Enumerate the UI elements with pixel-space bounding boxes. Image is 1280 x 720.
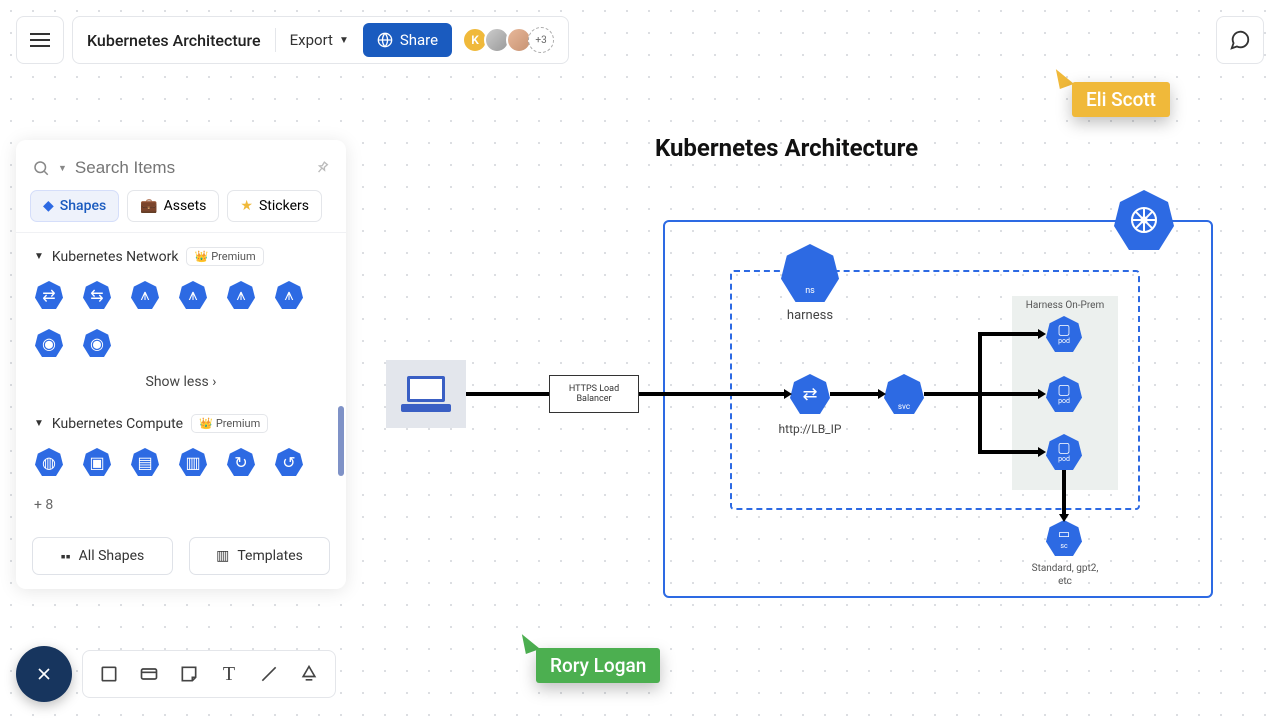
shape-k8s-compute[interactable]: ↺ bbox=[274, 447, 304, 477]
arrow-icon bbox=[1038, 329, 1046, 339]
search-input[interactable] bbox=[75, 158, 306, 178]
shape-k8s-network[interactable]: ◉ bbox=[34, 328, 64, 358]
globe-icon bbox=[377, 32, 393, 48]
group-kubernetes-network[interactable]: ▼ Kubernetes Network 👑Premium bbox=[34, 233, 328, 274]
show-less-button[interactable]: Show less › bbox=[34, 368, 328, 400]
load-balancer-node[interactable]: HTTPS Load Balancer bbox=[549, 375, 639, 413]
diagram-title[interactable]: Kubernetes Architecture bbox=[655, 134, 918, 162]
shape-k8s-compute[interactable]: ↻ bbox=[226, 447, 256, 477]
connector[interactable] bbox=[830, 392, 880, 396]
highlight-tool[interactable] bbox=[291, 656, 327, 692]
connector[interactable] bbox=[978, 450, 1040, 454]
chevron-down-icon: ▼ bbox=[339, 35, 349, 46]
namespace-node[interactable]: ns bbox=[781, 244, 839, 302]
collaborator-cursor-eli: Eli Scott bbox=[1072, 82, 1170, 117]
helm-icon bbox=[1128, 204, 1160, 236]
collaborator-avatars[interactable]: K +3 bbox=[466, 27, 554, 53]
tab-shapes[interactable]: ◆ Shapes bbox=[30, 190, 119, 222]
chat-icon bbox=[1229, 29, 1251, 51]
layout-icon: ▥ bbox=[216, 548, 229, 564]
tab-stickers[interactable]: ★ Stickers bbox=[227, 190, 322, 222]
shape-k8s-compute[interactable]: ▤ bbox=[130, 447, 160, 477]
shape-k8s-network[interactable]: ⩚ bbox=[226, 280, 256, 310]
pin-icon[interactable] bbox=[311, 157, 334, 180]
briefcase-icon: 💼 bbox=[140, 198, 157, 214]
shapes-panel: ▼ ◆ Shapes 💼 Assets ★ Stickers ▼ Kuberne… bbox=[16, 140, 346, 589]
connector[interactable] bbox=[978, 392, 1040, 396]
export-button[interactable]: Export ▼ bbox=[290, 31, 349, 49]
shape-k8s-network[interactable]: ⩚ bbox=[274, 280, 304, 310]
search-icon bbox=[32, 159, 50, 177]
close-button[interactable] bbox=[16, 646, 72, 702]
chevron-down-icon: ▼ bbox=[34, 251, 44, 262]
card-tool[interactable] bbox=[131, 656, 167, 692]
connector[interactable] bbox=[1062, 470, 1066, 516]
document-bar: Kubernetes Architecture Export ▼ Share K… bbox=[72, 16, 569, 64]
arrow-icon bbox=[878, 389, 886, 399]
more-shapes-indicator[interactable]: + 8 bbox=[34, 487, 328, 523]
line-tool[interactable] bbox=[251, 656, 287, 692]
client-laptop[interactable] bbox=[386, 360, 466, 428]
share-label: Share bbox=[400, 31, 438, 49]
tab-assets[interactable]: 💼 Assets bbox=[127, 190, 219, 222]
shape-k8s-network[interactable]: ⇄ bbox=[34, 280, 64, 310]
chevron-down-icon[interactable]: ▼ bbox=[58, 163, 67, 174]
grid-icon: ▪▪ bbox=[61, 548, 71, 565]
scrollbar-thumb[interactable] bbox=[338, 406, 344, 476]
chevron-right-icon: › bbox=[212, 374, 216, 390]
diamond-icon: ◆ bbox=[43, 198, 54, 214]
rectangle-tool[interactable] bbox=[91, 656, 127, 692]
connector[interactable] bbox=[639, 392, 786, 396]
export-label: Export bbox=[290, 31, 333, 49]
connector[interactable] bbox=[924, 392, 980, 396]
star-icon: ★ bbox=[240, 198, 253, 214]
namespace-caption: harness bbox=[781, 308, 839, 323]
hamburger-icon bbox=[30, 39, 50, 41]
premium-badge: 👑Premium bbox=[186, 247, 263, 266]
document-title[interactable]: Kubernetes Architecture bbox=[87, 31, 261, 50]
comments-button[interactable] bbox=[1216, 16, 1264, 64]
arrow-icon bbox=[1038, 389, 1046, 399]
connector[interactable] bbox=[978, 332, 1040, 336]
shape-k8s-compute[interactable]: ▥ bbox=[178, 447, 208, 477]
chevron-down-icon: ▼ bbox=[34, 418, 44, 429]
connector[interactable] bbox=[466, 392, 549, 396]
top-toolbar: Kubernetes Architecture Export ▼ Share K… bbox=[16, 16, 569, 64]
sticky-tool[interactable] bbox=[171, 656, 207, 692]
storageclass-caption: Standard, gpt2, etc bbox=[1030, 562, 1100, 588]
group-kubernetes-compute[interactable]: ▼ Kubernetes Compute 👑Premium bbox=[34, 400, 328, 441]
shape-k8s-compute[interactable]: ◍ bbox=[34, 447, 64, 477]
menu-button[interactable] bbox=[16, 16, 64, 64]
premium-badge: 👑Premium bbox=[191, 414, 268, 433]
shape-k8s-network[interactable]: ◉ bbox=[82, 328, 112, 358]
text-tool[interactable]: T bbox=[211, 656, 247, 692]
avatar-more[interactable]: +3 bbox=[528, 27, 554, 53]
share-button[interactable]: Share bbox=[363, 23, 452, 57]
close-icon bbox=[34, 664, 54, 684]
bottom-toolbar: T bbox=[16, 646, 336, 702]
collaborator-cursor-rory: Rory Logan bbox=[536, 648, 660, 683]
arrow-icon bbox=[784, 389, 792, 399]
arrow-icon bbox=[1059, 514, 1069, 522]
shape-k8s-network[interactable]: ⩚ bbox=[178, 280, 208, 310]
shape-k8s-network[interactable]: ⩚ bbox=[130, 280, 160, 310]
arrow-icon bbox=[1038, 447, 1046, 457]
ingress-caption: http://LB_IP bbox=[770, 422, 850, 436]
all-shapes-button[interactable]: ▪▪ All Shapes bbox=[32, 537, 173, 575]
harness-group-label: Harness On-Prem bbox=[1012, 300, 1118, 311]
shape-k8s-network[interactable]: ⇆ bbox=[82, 280, 112, 310]
kubernetes-logo[interactable] bbox=[1114, 190, 1174, 250]
laptop-icon bbox=[399, 372, 453, 416]
shape-k8s-compute[interactable]: ▣ bbox=[82, 447, 112, 477]
templates-button[interactable]: ▥ Templates bbox=[189, 537, 330, 575]
